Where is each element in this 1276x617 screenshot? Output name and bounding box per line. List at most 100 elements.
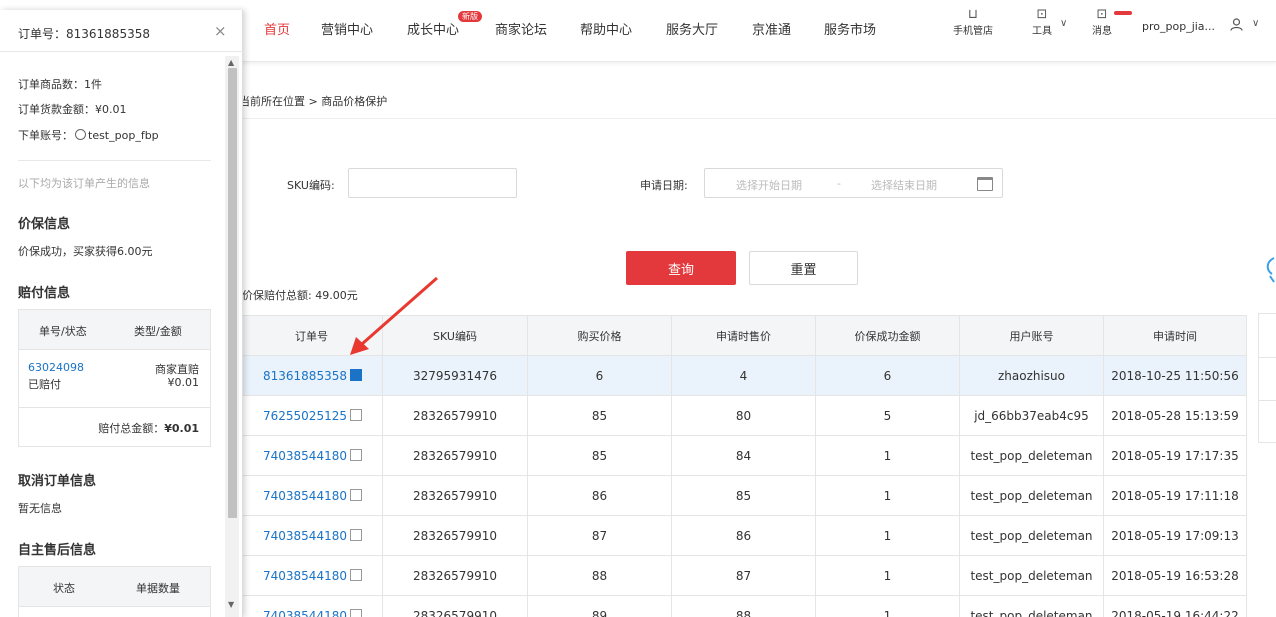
- table-cell: 2018-05-19 17:17:35: [1103, 435, 1247, 476]
- order-detail-icon[interactable]: [349, 368, 362, 381]
- table-cell: 28326579910: [382, 475, 528, 516]
- table-cell: 2018-05-28 15:13:59: [1103, 395, 1247, 436]
- chevron-down-icon[interactable]: ∨: [1060, 18, 1067, 29]
- order-link[interactable]: 74038544180: [263, 569, 347, 583]
- order-detail-icon[interactable]: [349, 568, 362, 581]
- nav-marketing[interactable]: 营销中心: [321, 19, 373, 38]
- goods-count: 订单商品数：1件: [18, 78, 102, 91]
- reset-button[interactable]: 重置: [749, 251, 858, 285]
- scroll-down-icon[interactable]: ▼: [228, 600, 234, 609]
- table-row: 81361885358 32795931476 6 4 6 zhaozhisuo…: [240, 355, 1247, 396]
- new-badge: 新版: [458, 11, 482, 22]
- order-cell[interactable]: 81361885358: [240, 355, 383, 396]
- col-sku: SKU编码: [382, 315, 528, 356]
- col-buy-price: 购买价格: [527, 315, 672, 356]
- message-icon: ⊡: [1096, 7, 1108, 22]
- table-row: 74038544180 28326579910 88 87 1 test_pop…: [240, 555, 1247, 596]
- comp-status: 已赔付: [28, 378, 61, 391]
- compensation-table: 单号/状态 类型/金额 63024098 已赔付 商家直赔 ¥0.01 赔付总金…: [18, 309, 211, 447]
- order-detail-icon[interactable]: [349, 408, 362, 421]
- table-cell: jd_66bb37eab4c95: [959, 395, 1104, 436]
- table-cell: test_pop_deleteman: [959, 435, 1104, 476]
- sku-input[interactable]: [348, 168, 517, 198]
- order-cell[interactable]: 76255025125: [240, 395, 383, 436]
- table-cell: 85: [527, 395, 672, 436]
- table-row: 74038544180 28326579910 85 84 1 test_pop…: [240, 435, 1247, 476]
- date-range-picker[interactable]: 选择开始日期 - 选择结束日期: [704, 168, 1003, 198]
- order-detail-icon[interactable]: [349, 608, 362, 617]
- compensation-footer: 赔付总金额：¥0.01: [19, 408, 210, 446]
- table-cell: 88: [527, 555, 672, 596]
- table-cell: 1: [815, 475, 960, 516]
- nav-service-hall[interactable]: 服务大厅: [666, 19, 718, 38]
- aftersale-table: 状态 单据数量: [18, 566, 211, 617]
- order-cell[interactable]: 74038544180: [240, 595, 383, 617]
- user-chevron-down-icon[interactable]: ∨: [1252, 18, 1259, 29]
- comp-total-value: ¥0.01: [164, 422, 199, 435]
- table-cell: 2018-10-25 11:50:56: [1103, 355, 1247, 396]
- order-cell[interactable]: 74038544180: [240, 475, 383, 516]
- order-detail-drawer: 订单号：81361885358 × 订单商品数：1件 订单货款金额：¥0.01 …: [0, 10, 243, 617]
- order-detail-icon[interactable]: [349, 488, 362, 501]
- side-widget-icon[interactable]: [1262, 256, 1276, 284]
- nav-forum[interactable]: 商家论坛: [495, 19, 547, 38]
- table-cell: test_pop_deleteman: [959, 515, 1104, 556]
- date-start-placeholder[interactable]: 选择开始日期: [736, 177, 802, 193]
- table-cell: 1: [815, 555, 960, 596]
- aftersale-header: 状态 单据数量: [19, 567, 210, 607]
- table-cell: 1: [815, 435, 960, 476]
- order-cell[interactable]: 74038544180: [240, 555, 383, 596]
- table-cell: 87: [671, 555, 816, 596]
- side-toolbar-divider: [1259, 357, 1276, 358]
- calendar-icon[interactable]: [977, 177, 993, 191]
- table-cell: 28326579910: [382, 555, 528, 596]
- aftersale-header-status: 状态: [53, 582, 75, 595]
- user-name[interactable]: pro_pop_jia...: [1142, 20, 1215, 33]
- nav-market[interactable]: 服务市场: [824, 19, 876, 38]
- price-protect-text: 价保成功，买家获得6.00元: [18, 245, 153, 258]
- breadcrumb: 您当前所在位置 > 商品价格保护: [228, 95, 388, 108]
- date-end-placeholder[interactable]: 选择结束日期: [871, 177, 937, 193]
- mobile-store-tool[interactable]: ⊔ 手机管店: [953, 8, 993, 38]
- col-success-amount: 价保成功金额: [815, 315, 960, 356]
- tools-menu[interactable]: ⊡ 工具: [1032, 8, 1052, 38]
- col-order: 订单号: [240, 315, 383, 356]
- tools-label: 工具: [1032, 26, 1052, 37]
- comp-type: 商家直赔: [155, 363, 199, 376]
- query-button[interactable]: 查询: [626, 251, 736, 285]
- order-amount: 订单货款金额：¥0.01: [18, 103, 127, 116]
- table-cell: 4: [671, 355, 816, 396]
- order-link[interactable]: 81361885358: [263, 369, 347, 383]
- compensation-header: 单号/状态 类型/金额: [19, 310, 210, 350]
- order-link[interactable]: 74038544180: [263, 609, 347, 617]
- smiley-icon: [75, 129, 86, 140]
- compensation-row: 63024098 已赔付 商家直赔 ¥0.01: [19, 350, 210, 408]
- order-detail-icon[interactable]: [349, 528, 362, 541]
- table-cell: 86: [671, 515, 816, 556]
- table-cell: 28326579910: [382, 515, 528, 556]
- comp-id-link[interactable]: 63024098: [28, 361, 84, 374]
- order-link[interactable]: 76255025125: [263, 409, 347, 423]
- messages-tool[interactable]: ⊡ 消息: [1092, 7, 1112, 38]
- close-icon[interactable]: ×: [214, 22, 227, 40]
- order-link[interactable]: 74038544180: [263, 529, 347, 543]
- user-icon[interactable]: [1230, 18, 1243, 35]
- table-row: 74038544180 28326579910 86 85 1 test_pop…: [240, 475, 1247, 516]
- cancel-title: 取消订单信息: [18, 474, 97, 489]
- scroll-thumb[interactable]: [228, 68, 237, 518]
- nav-jzt[interactable]: 京准通: [752, 19, 791, 38]
- nav-home[interactable]: 首页: [264, 19, 290, 38]
- scroll-up-icon[interactable]: ▲: [228, 58, 234, 67]
- order-cell[interactable]: 74038544180: [240, 435, 383, 476]
- order-detail-icon[interactable]: [349, 448, 362, 461]
- col-apply-price: 申请时售价: [671, 315, 816, 356]
- table-cell: 32795931476: [382, 355, 528, 396]
- table-cell: 2018-05-19 16:44:22: [1103, 595, 1247, 617]
- nav-help[interactable]: 帮助中心: [580, 19, 632, 38]
- side-toolbar[interactable]: [1258, 313, 1276, 443]
- order-link[interactable]: 74038544180: [263, 449, 347, 463]
- order-link[interactable]: 74038544180: [263, 489, 347, 503]
- nav-growth[interactable]: 成长中心: [407, 19, 459, 38]
- order-cell[interactable]: 74038544180: [240, 515, 383, 556]
- table-row: 74038544180 28326579910 87 86 1 test_pop…: [240, 515, 1247, 556]
